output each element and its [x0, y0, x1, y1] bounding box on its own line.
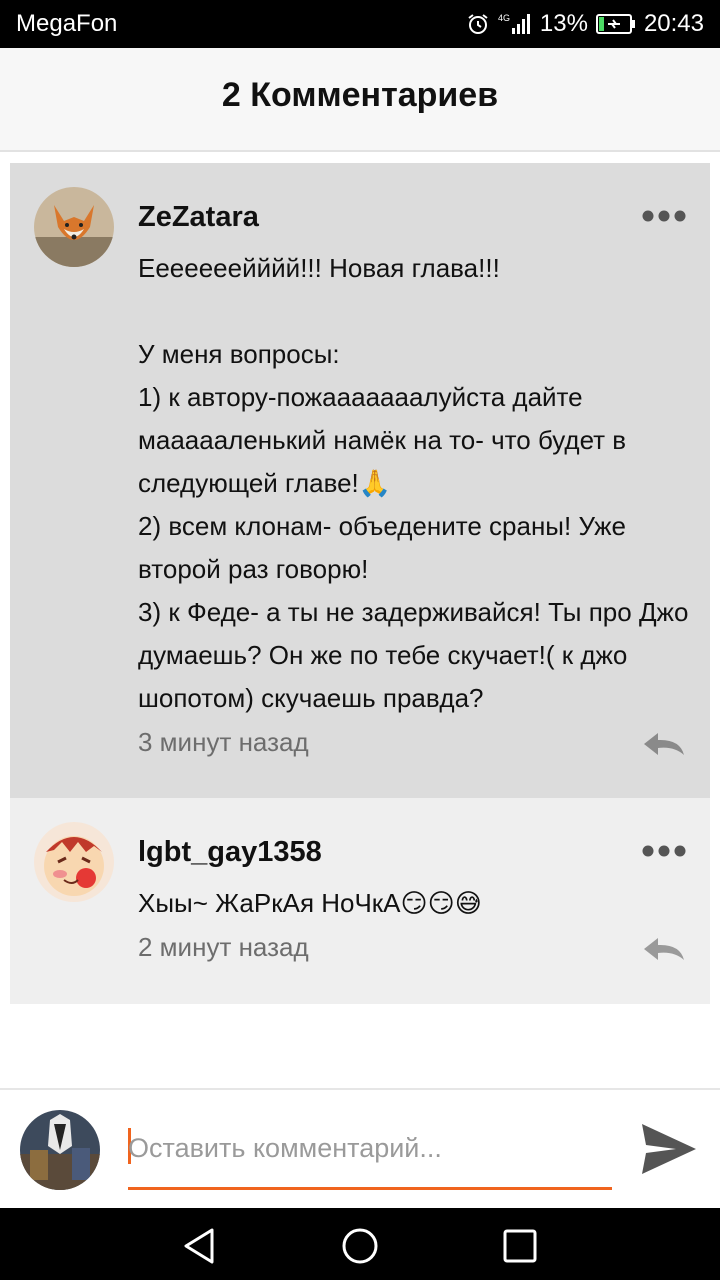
reply-icon[interactable] — [642, 936, 686, 964]
page-title: 2 Комментариев — [221, 76, 499, 114]
comment-input[interactable] — [128, 1124, 612, 1172]
comment-input-wrapper — [128, 1118, 612, 1190]
recent-apps-icon[interactable] — [500, 1226, 540, 1266]
status-bar: MegaFon 4G 13% 20:43 — [0, 0, 720, 48]
network-type-label: 4G — [498, 13, 510, 23]
comment-list: ZeZatara Ееееееейййй!!! Новая глава!!! У… — [10, 163, 710, 1004]
comment-item[interactable]: ZeZatara Ееееееейййй!!! Новая глава!!! У… — [10, 163, 710, 798]
header: 2 Комментариев — [0, 48, 720, 152]
clock: 20:43 — [643, 10, 704, 37]
send-icon[interactable] — [640, 1120, 698, 1178]
fox-avatar[interactable] — [34, 187, 114, 267]
comment-username[interactable]: ZeZatara — [138, 201, 259, 234]
battery-icon — [595, 13, 636, 35]
home-icon[interactable] — [340, 1226, 380, 1266]
comment-text: Хыы~ ЖаРкАя НоЧкА😏😏😅 — [138, 888, 482, 918]
comment-item[interactable]: lgbt_gay1358 Хыы~ ЖаРкАя НоЧкА😏😏😅 2 мину… — [10, 798, 710, 1004]
comment-timestamp: 3 минут назад — [138, 727, 309, 757]
comment-username[interactable]: lgbt_gay1358 — [138, 836, 322, 869]
comment-timestamp: 2 минут назад — [138, 932, 309, 962]
signal-icon: 4G — [498, 12, 532, 36]
status-icons: 4G 13% 20:43 — [466, 9, 704, 39]
user-avatar[interactable] — [20, 1110, 100, 1190]
comment-text: Ееееееейййй!!! Новая глава!!! У меня воп… — [138, 253, 689, 713]
alarm-icon — [466, 12, 490, 36]
carrier-name: MegaFon — [16, 10, 118, 37]
more-options-icon[interactable] — [642, 844, 686, 857]
comment-compose-bar — [0, 1088, 720, 1208]
battery-percent: 13% — [539, 10, 588, 37]
reply-icon[interactable] — [642, 731, 686, 759]
system-navigation-bar — [0, 1208, 720, 1280]
more-options-icon[interactable] — [642, 209, 686, 222]
back-icon[interactable] — [180, 1226, 220, 1266]
blushing-face-avatar[interactable] — [34, 822, 114, 902]
